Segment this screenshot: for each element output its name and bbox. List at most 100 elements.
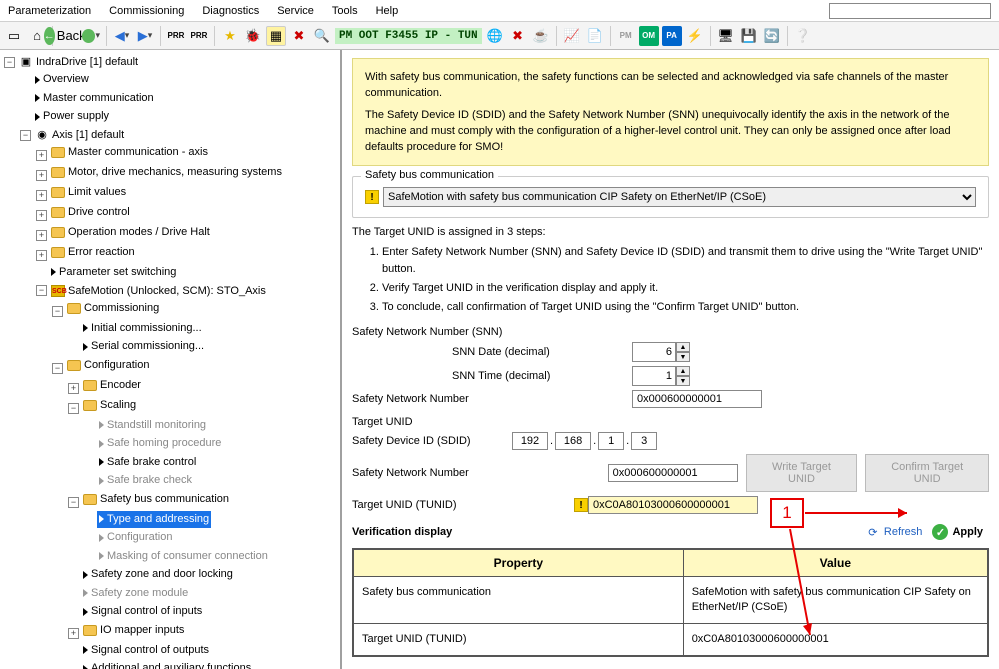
menu-parameterization[interactable]: Parameterization <box>8 5 91 17</box>
expand-icon[interactable]: + <box>36 230 47 241</box>
collapse-icon[interactable]: − <box>68 497 79 508</box>
snn-date-down[interactable]: ▼ <box>676 352 690 362</box>
globe-icon[interactable]: 🌐 <box>485 26 505 46</box>
expand-icon[interactable]: + <box>68 383 79 394</box>
apply-button[interactable]: ✓ Apply <box>926 522 989 542</box>
tree-configuration[interactable]: Configuration <box>65 357 151 374</box>
snn-time-down[interactable]: ▼ <box>676 376 690 386</box>
tree-power-supply[interactable]: Power supply <box>33 108 111 125</box>
tree-masking[interactable]: Masking of consumer connection <box>97 548 270 565</box>
tree-commissioning[interactable]: Commissioning <box>65 300 161 317</box>
search-icon[interactable]: 🔍 <box>312 26 332 46</box>
collapse-icon[interactable]: − <box>68 403 79 414</box>
tree-master-comm[interactable]: Master communication <box>33 90 156 107</box>
sdid-octet-4[interactable] <box>631 432 657 450</box>
tree-master-comm-axis[interactable]: Master communication - axis <box>49 144 210 161</box>
snn-date-spinner[interactable]: ▲▼ <box>632 342 690 362</box>
tree-additional[interactable]: Additional and auxiliary functions <box>81 660 253 669</box>
snn-date-input[interactable] <box>632 342 676 362</box>
tree-safemotion[interactable]: SCBSafeMotion (Unlocked, SCM): STO_Axis <box>49 283 268 300</box>
expand-icon[interactable]: + <box>36 250 47 261</box>
search-input[interactable] <box>829 3 991 19</box>
expand-icon[interactable]: + <box>36 170 47 181</box>
tree-limit[interactable]: Limit values <box>49 184 128 201</box>
expand-icon[interactable]: + <box>36 210 47 221</box>
expand-icon[interactable]: + <box>36 190 47 201</box>
stop-icon[interactable]: ✖ <box>508 26 528 46</box>
favorite-icon[interactable]: ★ <box>220 26 240 46</box>
tree-serial-comm[interactable]: Serial commissioning... <box>81 338 206 355</box>
tree-standstill[interactable]: Standstill monitoring <box>97 417 208 434</box>
collapse-icon[interactable]: − <box>36 285 47 296</box>
collapse-icon[interactable]: − <box>52 306 63 317</box>
tunid-value <box>588 496 758 514</box>
tree-op-modes[interactable]: Operation modes / Drive Halt <box>49 224 212 241</box>
collapse-icon[interactable]: − <box>20 130 31 141</box>
snn-time-input[interactable] <box>632 366 676 386</box>
om-badge[interactable]: OM <box>639 26 659 46</box>
sdid-octet-2[interactable] <box>555 432 591 450</box>
tree-signal-outputs[interactable]: Signal control of outputs <box>81 642 211 659</box>
tree-root[interactable]: ▣IndraDrive [1] default <box>17 54 140 71</box>
back-button[interactable]: ←Back ▾ <box>58 26 78 46</box>
tree-overview[interactable]: Overview <box>33 71 91 88</box>
pa-badge[interactable]: PA <box>662 26 682 46</box>
chart-icon[interactable]: 📈 <box>562 26 582 46</box>
snn-time-up[interactable]: ▲ <box>676 366 690 376</box>
tree-safety-zone-mod[interactable]: Safety zone module <box>81 585 190 602</box>
prr1-icon[interactable]: PRR <box>166 26 186 46</box>
menu-help[interactable]: Help <box>376 5 399 17</box>
expand-icon[interactable]: + <box>36 150 47 161</box>
tree-safe-brake-ctrl[interactable]: Safe brake control <box>97 454 198 471</box>
tree-param-set[interactable]: Parameter set switching <box>49 264 178 281</box>
menu-commissioning[interactable]: Commissioning <box>109 5 184 17</box>
sdid-octet-3[interactable] <box>598 432 624 450</box>
forward-button[interactable]: ▾ <box>81 26 101 46</box>
nav-right-icon[interactable]: ▶ ▾ <box>135 26 155 46</box>
tree-signal-inputs[interactable]: Signal control of inputs <box>81 603 204 620</box>
expand-icon[interactable]: + <box>68 628 79 639</box>
menu-service[interactable]: Service <box>277 5 314 17</box>
floppy-icon[interactable]: 💾 <box>739 26 759 46</box>
tree-error-reaction[interactable]: Error reaction <box>49 244 137 261</box>
bug-icon[interactable]: 🐞 <box>243 26 263 46</box>
coffee-icon[interactable]: ☕ <box>531 26 551 46</box>
tree-safe-homing[interactable]: Safe homing procedure <box>97 435 223 452</box>
tree-config[interactable]: Configuration <box>97 529 174 546</box>
lightning-icon[interactable]: ⚡ <box>685 26 705 46</box>
delete-icon[interactable]: ✖ <box>289 26 309 46</box>
collapse-icon[interactable]: − <box>4 57 15 68</box>
doc-icon[interactable]: 📄 <box>585 26 605 46</box>
prr2-icon[interactable]: PRR <box>189 26 209 46</box>
tree-safety-bus[interactable]: Safety bus communication <box>81 491 231 508</box>
transfer-icon[interactable]: 🔄 <box>762 26 782 46</box>
verification-title: Verification display <box>352 526 452 538</box>
refresh-icon[interactable]: ⟳ <box>866 525 880 539</box>
tree-initial-comm[interactable]: Initial commissioning... <box>81 320 204 337</box>
snn-date-up[interactable]: ▲ <box>676 342 690 352</box>
tree-motor[interactable]: Motor, drive mechanics, measuring system… <box>49 164 284 181</box>
tree-io-mapper[interactable]: IO mapper inputs <box>81 622 186 639</box>
nav-left-icon[interactable]: ◀ ▾ <box>112 26 132 46</box>
project-tree[interactable]: −▣IndraDrive [1] default Overview Master… <box>0 50 342 669</box>
computer-icon[interactable]: 🖥 <box>716 26 736 46</box>
pm-badge[interactable]: PM <box>616 26 636 46</box>
tree-type-addressing[interactable]: Type and addressing <box>97 511 211 528</box>
refresh-link[interactable]: Refresh <box>884 526 923 538</box>
sheet-icon[interactable]: ▦ <box>266 26 286 46</box>
cell-prop-1: Target UNID (TUNID) <box>353 624 683 657</box>
tree-scaling[interactable]: Scaling <box>81 397 138 414</box>
tree-safe-brake-check[interactable]: Safe brake check <box>97 472 194 489</box>
help-icon[interactable]: ❔ <box>793 26 813 46</box>
tree-drive-control[interactable]: Drive control <box>49 204 132 221</box>
collapse-icon[interactable]: − <box>52 363 63 374</box>
snn-time-spinner[interactable]: ▲▼ <box>632 366 690 386</box>
sdid-octet-1[interactable] <box>512 432 548 450</box>
tree-safety-zone[interactable]: Safety zone and door locking <box>81 566 235 583</box>
tree-encoder[interactable]: Encoder <box>81 377 143 394</box>
menu-tools[interactable]: Tools <box>332 5 358 17</box>
new-icon[interactable]: ▭ <box>4 26 24 46</box>
tree-axis[interactable]: ◉Axis [1] default <box>33 127 126 144</box>
menu-diagnostics[interactable]: Diagnostics <box>202 5 259 17</box>
safety-bus-select[interactable]: SafeMotion with safety bus communication… <box>383 187 976 207</box>
